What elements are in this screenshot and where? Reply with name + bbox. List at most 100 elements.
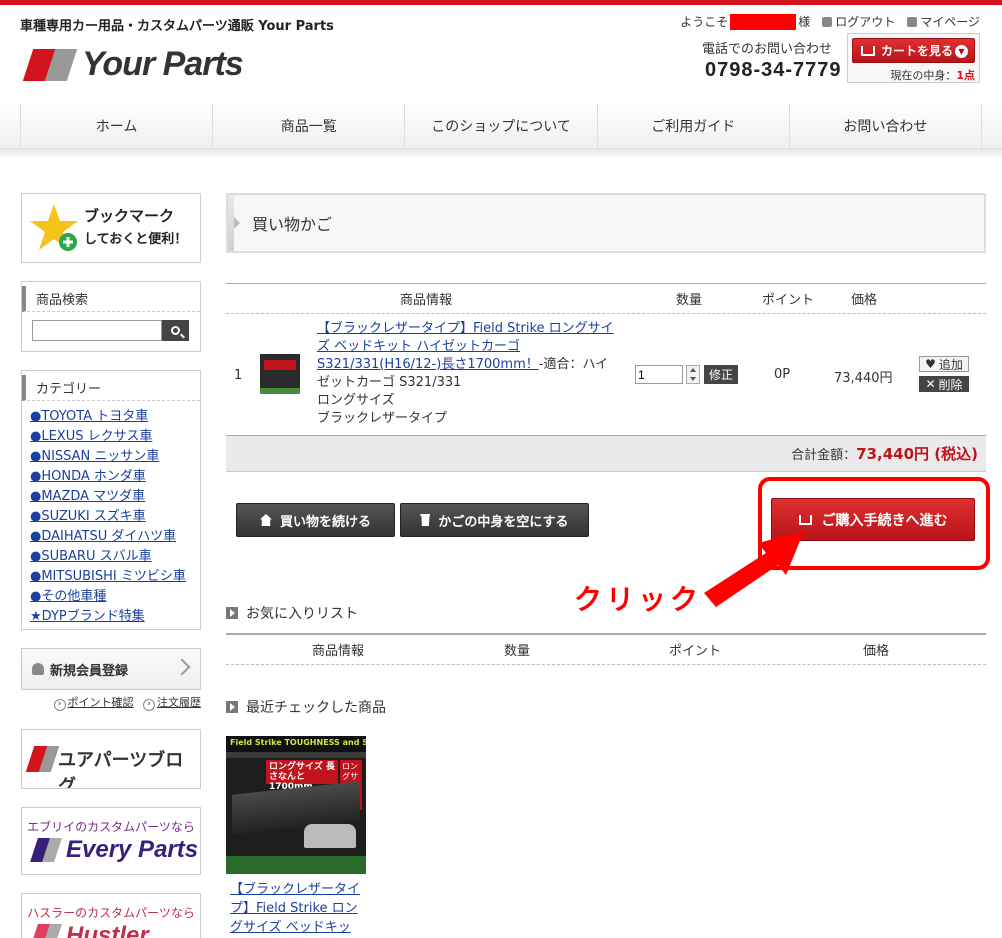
nav-guide[interactable]: ご利用ガイド	[596, 103, 789, 148]
mypage-label: マイページ	[920, 15, 980, 29]
bookmark-line1: ブックマーク	[84, 207, 175, 225]
heart-icon: ♥	[925, 357, 936, 371]
col-product-info: 商品情報	[399, 293, 452, 308]
annotation-arrow-icon	[704, 531, 804, 607]
quantity-stepper[interactable]	[686, 365, 700, 384]
category-box: カテゴリー ●TOYOTA トヨタ車 ●LEXUS レクサス車 ●NISSAN …	[21, 370, 201, 630]
category-list: ●TOYOTA トヨタ車 ●LEXUS レクサス車 ●NISSAN ニッサン車 …	[22, 401, 200, 629]
mypage-link[interactable]: マイページ	[907, 13, 980, 30]
search-icon	[171, 326, 180, 335]
category-subaru[interactable]: ●SUBARU スバル車	[30, 547, 200, 567]
favorites-heading: お気に入りリスト	[226, 603, 358, 623]
category-toyota[interactable]: ●TOYOTA トヨタ車	[30, 407, 200, 427]
continue-shopping-button[interactable]: 買い物を続ける	[236, 503, 395, 537]
every-banner-big: Every Parts	[66, 836, 199, 863]
product-thumbnail[interactable]	[260, 354, 300, 394]
every-parts-banner[interactable]: エブリイのカスタムパーツなら Every Parts	[21, 807, 201, 875]
basket-icon	[861, 45, 875, 56]
point-check-link[interactable]: ポイント確認	[54, 696, 134, 709]
hustler-logo-mark-icon	[30, 924, 62, 938]
category-daihatsu[interactable]: ●DAIHATSU ダイハツ車	[30, 527, 200, 547]
nav-home[interactable]: ホーム	[20, 103, 212, 148]
col-price: 価格	[850, 293, 877, 308]
recent-product-image[interactable]: Field Strike TOUGHNESS and SILENCE BEDKI…	[226, 736, 366, 874]
search-button[interactable]	[162, 320, 189, 341]
row-number: 1	[234, 368, 243, 383]
quantity-input[interactable]	[635, 365, 683, 384]
add-button[interactable]: ♥ 追加	[919, 356, 969, 372]
bookmark-line2: しておくと便利！	[84, 232, 188, 247]
section-arrow-icon	[226, 607, 238, 619]
fav-col-points: ポイント	[668, 644, 721, 659]
item-price: 73,440円	[834, 371, 893, 386]
cart-count-text: 現在の中身：1点	[890, 67, 975, 83]
nav-about[interactable]: このショップについて	[404, 103, 596, 148]
home-icon	[259, 514, 272, 526]
bookmark-text: ブックマーク しておくと便利！	[84, 204, 187, 252]
category-suzuki[interactable]: ●SUZUKI スズキ車	[30, 507, 200, 527]
view-cart-button[interactable]: カートを見る ▼	[852, 38, 975, 63]
trash-icon	[420, 514, 431, 526]
order-history-link[interactable]: 注文履歴	[143, 696, 201, 709]
category-lexus[interactable]: ●LEXUS レクサス車	[30, 427, 200, 447]
category-dyp-brand[interactable]: ★DYPブランド特集	[30, 607, 200, 627]
register-button[interactable]: 新規会員登録	[21, 648, 201, 690]
favorites-table-header: 商品情報 数量 ポイント 価格	[226, 633, 986, 665]
total-bar: 合計金額： 73,440円 (税込)	[226, 436, 986, 472]
nav-products[interactable]: 商品一覧	[212, 103, 404, 148]
blog-banner[interactable]: ユアパーツブログ	[21, 729, 201, 789]
fav-col-price: 価格	[862, 644, 889, 659]
star-icon	[30, 204, 78, 251]
hustler-banner-big: Hustler Parts	[66, 922, 149, 938]
recent-product-link[interactable]: 【ブラックレザータイプ】Field Strike ロングサイズ ベッドキッ	[230, 880, 366, 937]
main-content: 買い物かご 商品情報 数量 ポイント 価格 1 【ブラックレザータイプ】Fiel…	[226, 193, 990, 935]
hustler-banner-small: ハスラーのカスタムパーツなら	[27, 906, 195, 920]
col-quantity: 数量	[675, 293, 702, 308]
register-label: 新規会員登録	[50, 663, 129, 679]
recent-image-van	[304, 824, 356, 848]
fav-col-product-info: 商品情報	[311, 644, 364, 659]
delete-label: 削除	[938, 377, 963, 392]
recent-image-band	[226, 752, 366, 758]
delete-button[interactable]: ✕ 削除	[919, 376, 969, 392]
category-mitsubishi[interactable]: ●MITSUBISHI ミツビシ車	[30, 567, 200, 587]
logo-mark-icon	[25, 746, 60, 772]
favorites-title: お気に入りリスト	[246, 606, 358, 622]
recent-image-headline: Field Strike TOUGHNESS and SILENCE BEDKI…	[226, 736, 366, 752]
search-input[interactable]	[32, 320, 162, 341]
category-other[interactable]: ●その他車種	[30, 587, 200, 607]
logo-mark-icon	[22, 48, 78, 81]
hustler-parts-banner[interactable]: ハスラーのカスタムパーツなら Hustler Parts	[21, 893, 201, 938]
phone-number: 0798-34-7779	[705, 59, 842, 81]
every-banner-small: エブリイのカスタムパーツなら	[27, 820, 195, 834]
product-option-size: ロングサイズ	[317, 393, 395, 408]
nav-shadow	[0, 149, 1002, 159]
update-quantity-button[interactable]: 修正	[704, 365, 739, 384]
bookmark-banner[interactable]: ブックマーク しておくと便利！	[21, 193, 201, 263]
category-honda[interactable]: ●HONDA ホンダ車	[30, 467, 200, 487]
category-nissan[interactable]: ●NISSAN ニッサン車	[30, 447, 200, 467]
total-value: 73,440円 (税込)	[856, 445, 978, 463]
blog-banner-text: ユアパーツブログ	[58, 750, 184, 789]
empty-cart-label: かごの中身を空にする	[438, 514, 569, 530]
recent-image-red-label: ロングサイズ 長さなんと1700mm	[266, 760, 338, 792]
every-logo-mark-icon	[30, 838, 62, 862]
view-cart-label: カートを見る	[881, 44, 954, 58]
item-points: 0P	[774, 367, 791, 382]
logo-text: Your Parts	[82, 45, 244, 83]
page-title: 買い物かご	[226, 193, 986, 253]
recent-title: 最近チェックした商品	[246, 700, 386, 716]
nav-contact[interactable]: お問い合わせ	[788, 103, 983, 148]
site-header: 車種専用カー用品・カスタムパーツ通販 Your Parts Your Parts…	[0, 5, 1002, 105]
site-logo[interactable]: Your Parts	[22, 45, 244, 84]
empty-cart-button[interactable]: かごの中身を空にする	[400, 503, 589, 537]
fav-col-quantity: 数量	[503, 644, 530, 659]
chevron-down-icon: ▼	[955, 45, 968, 58]
logout-link[interactable]: ログアウト	[822, 13, 895, 30]
phone-label: 電話でのお問い合わせ	[702, 42, 833, 57]
cart-table: 商品情報 数量 ポイント 価格 1 【ブラックレザータイプ】Field Stri…	[226, 283, 986, 472]
category-mazda[interactable]: ●MAZDA マツダ車	[30, 487, 200, 507]
search-row	[22, 312, 200, 351]
welcome-suffix: 様	[798, 15, 811, 29]
col-points: ポイント	[761, 293, 814, 308]
